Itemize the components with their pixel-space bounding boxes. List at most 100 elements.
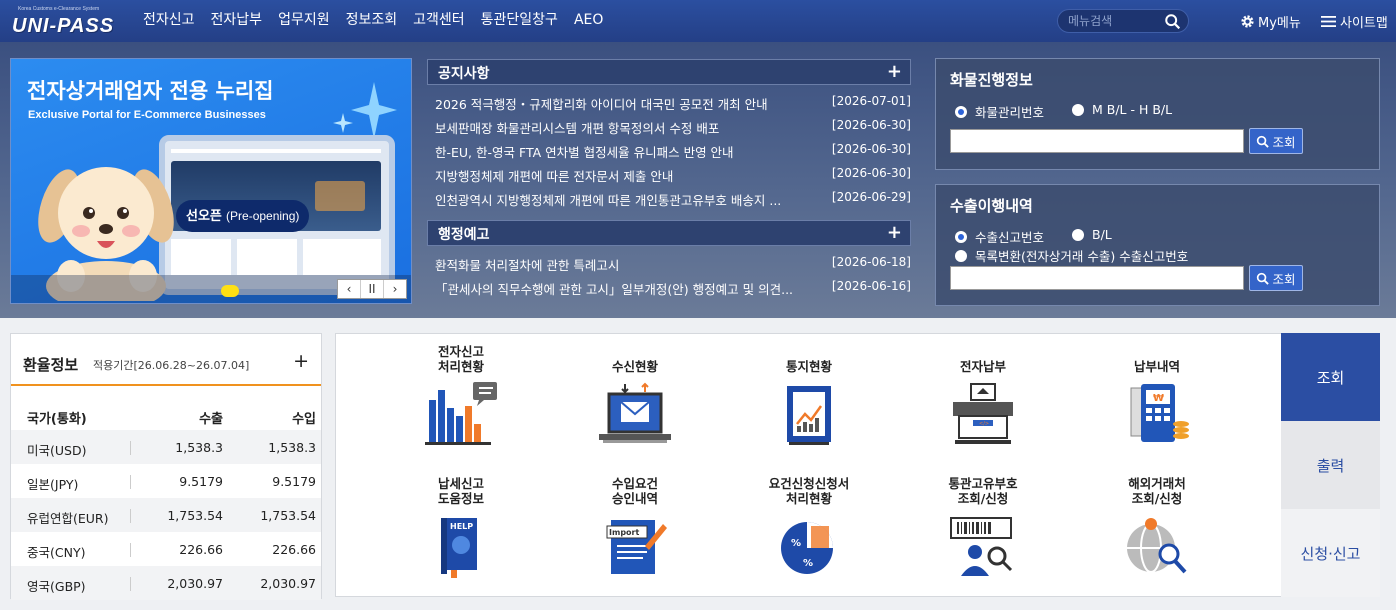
notice-item[interactable]: 지방행정체제 개편에 따른 전자문서 제출 안내 [2026-06-30]: [435, 162, 911, 186]
tab-print[interactable]: 출력: [1281, 421, 1380, 509]
notices-more-button[interactable]: +: [887, 61, 902, 82]
logo-subtitle: Korea Customs e-Clearance System: [18, 6, 100, 12]
slide-indicator-dot[interactable]: [221, 285, 239, 297]
card-terminal-icon: ₩: [1130, 384, 1189, 442]
barcode-person-icon: [950, 517, 1013, 576]
notice-item[interactable]: 보세판매장 화물관리시스템 개편 항목정의서 수정 배포 [2026-06-30]: [435, 114, 911, 138]
notice-title: 한-EU, 한-영국 FTA 연차별 협정세율 유니패스 반영 안내: [435, 145, 734, 160]
unipass-logo[interactable]: Korea Customs e-Clearance System UNI-PAS…: [10, 6, 115, 38]
export-panel-title: 수출이행내역: [950, 197, 1033, 215]
notice-date: [2026-06-30]: [831, 118, 911, 132]
tab-lookup[interactable]: 조회: [1273, 333, 1380, 421]
admin-notices-more-button[interactable]: +: [887, 222, 902, 243]
radio-bl-number[interactable]: M B/L - H B/L: [1072, 102, 1172, 117]
notice-item[interactable]: 2026 적극행정・규제합리화 아이디어 대국민 공모전 개최 안내 [2026-…: [435, 90, 911, 114]
menu-payment-history[interactable]: 납부내역 ₩: [1082, 342, 1232, 448]
radio-export-bl[interactable]: B/L: [1072, 227, 1112, 242]
help-book-icon: HELP: [441, 518, 477, 578]
rate-export: 226.66: [179, 542, 223, 557]
admin-notice-date: [2026-06-16]: [831, 279, 911, 293]
tab-apply-declare[interactable]: 신청·신고: [1281, 509, 1380, 597]
radio-label: M B/L - H B/L: [1092, 102, 1173, 117]
banner-subtitle: Exclusive Portal for E-Commerce Business…: [28, 109, 266, 121]
export-search-button[interactable]: 조회: [1249, 265, 1303, 291]
divider: [130, 577, 131, 591]
menu-label: 전자납부: [959, 359, 1006, 374]
mymenu-button[interactable]: My메뉴: [1240, 12, 1301, 31]
svg-text:HELP: HELP: [450, 522, 473, 531]
admin-notice-item[interactable]: 환적화물 처리절차에 관한 특례고시 [2026-06-18]: [435, 251, 911, 275]
search-icon[interactable]: [1164, 13, 1182, 31]
rate-row: 미국(USD) 1,538.3 1,538.3: [11, 430, 321, 464]
svg-text:Import: Import: [609, 528, 639, 537]
bar-chart-icon: [425, 382, 497, 445]
cargo-number-input[interactable]: [950, 129, 1244, 153]
payment-machine-icon: </>: [953, 383, 1013, 444]
rate-country: 유럽연합(EUR): [27, 511, 109, 526]
nav-item-customer-center[interactable]: 고객센터: [405, 0, 473, 42]
menu-search-box: [1057, 9, 1189, 33]
menu-customs-code[interactable]: 통관고유부호 조회/신청: [908, 474, 1058, 580]
notice-item[interactable]: 인천광역시 지방행정체제 개편에 따른 개인통관고유부호 배송지 ... [202…: [435, 186, 911, 210]
radio-export-declaration[interactable]: 수출신고번호: [955, 227, 1044, 246]
rate-row: 유럽연합(EUR) 1,753.54 1,753.54: [11, 498, 321, 532]
notices-title[interactable]: 공지사항: [438, 63, 490, 83]
menu-e-payment[interactable]: 전자납부 </>: [908, 342, 1058, 448]
radio-selected-icon: [955, 105, 967, 118]
rate-row: 일본(JPY) 9.5179 9.5179: [11, 464, 321, 498]
menu-import-approval[interactable]: 수입요건 승인내역 Import: [560, 474, 710, 580]
nav-item-e-payment[interactable]: 전자납부: [203, 0, 271, 42]
export-number-input[interactable]: [950, 266, 1244, 290]
prev-slide-button[interactable]: ‹: [338, 280, 361, 298]
pause-slide-button[interactable]: II: [361, 280, 384, 298]
ecommerce-portal-banner[interactable]: 전자상거래업자 전용 누리집 Exclusive Portal for E-Co…: [10, 58, 412, 304]
admin-notice-title: 환적화물 처리절차에 관한 특례고시: [435, 258, 620, 273]
radio-unselected-icon: [955, 249, 967, 262]
badge-sub-text: (Pre-opening): [226, 209, 300, 223]
svg-text:%: %: [791, 538, 801, 549]
notice-date: [2026-07-01]: [831, 94, 911, 108]
menu-label: 납세신고 도움정보: [437, 476, 484, 506]
svg-text:</>: </>: [979, 421, 989, 427]
report-clipboard-icon: [787, 386, 831, 445]
notice-title: 2026 적극행정・규제합리화 아이디어 대국민 공모전 개최 안내: [435, 97, 768, 112]
exchange-rate-more-button[interactable]: +: [293, 350, 309, 372]
notice-title: 인천광역시 지방행정체제 개편에 따른 개인통관고유부호 배송지 ...: [435, 193, 782, 208]
svg-text:%: %: [803, 558, 813, 569]
nav-item-single-window[interactable]: 통관단일창구: [473, 0, 566, 42]
cargo-panel-title: 화물진행정보: [950, 71, 1033, 89]
divider: [130, 441, 131, 455]
mymenu-label: My메뉴: [1258, 16, 1301, 31]
rate-import: 2,030.97: [260, 576, 316, 591]
radio-ecommerce-export[interactable]: 목록변환(전자상거래 수출) 수출신고번호: [955, 246, 1188, 265]
rate-export: 1,753.54: [167, 508, 223, 523]
menu-search-input[interactable]: [1068, 12, 1158, 30]
col-header-country: 국가(통화): [27, 412, 87, 427]
tab-label: 출력: [1316, 456, 1345, 475]
menu-notice-status[interactable]: 통지현황: [734, 342, 884, 448]
badge-main-text: 선오픈: [186, 209, 222, 224]
sitemap-button[interactable]: 사이트맵: [1321, 12, 1388, 31]
admin-notices-title[interactable]: 행정예고: [438, 224, 490, 244]
next-slide-button[interactable]: ›: [384, 280, 406, 298]
admin-notices-header: 행정예고 +: [427, 220, 911, 246]
notice-item[interactable]: 한-EU, 한-영국 FTA 연차별 협정세율 유니패스 반영 안내 [2026-…: [435, 138, 911, 162]
radio-unselected-icon: [1072, 228, 1084, 241]
admin-notice-item[interactable]: 「관세사의 직무수행에 관한 고시」일부개정(안) 행정예고 및 의견... [2…: [435, 275, 911, 299]
quick-menu-tabs: 조회 출력 신청·신고: [1273, 333, 1380, 597]
nav-item-work-support[interactable]: 업무지원: [270, 0, 338, 42]
nav-item-info-lookup[interactable]: 정보조회: [338, 0, 406, 42]
main-navigation: 전자신고 전자납부 업무지원 정보조회 고객센터 통관단일창구 AEO: [135, 0, 611, 42]
nav-item-aeo[interactable]: AEO: [566, 0, 611, 42]
radio-label: 화물관리번호: [975, 105, 1045, 120]
menu-overseas-partner[interactable]: 해외거래처 조회/신청: [1082, 474, 1232, 580]
nav-item-e-filing[interactable]: 전자신고: [135, 0, 203, 42]
menu-label: 납부내역: [1133, 359, 1180, 374]
menu-tax-help-info[interactable]: 납세신고 도움정보 HELP: [386, 474, 536, 580]
admin-notice-date: [2026-06-18]: [831, 255, 911, 269]
menu-e-filing-status[interactable]: 전자신고 처리현황: [386, 342, 536, 448]
menu-receipt-status[interactable]: 수신현황: [560, 342, 710, 448]
menu-requirement-application[interactable]: 요건신청신청서 처리현황 %%: [734, 474, 884, 580]
radio-cargo-number[interactable]: 화물관리번호: [955, 102, 1044, 121]
cargo-search-button[interactable]: 조회: [1249, 128, 1303, 154]
